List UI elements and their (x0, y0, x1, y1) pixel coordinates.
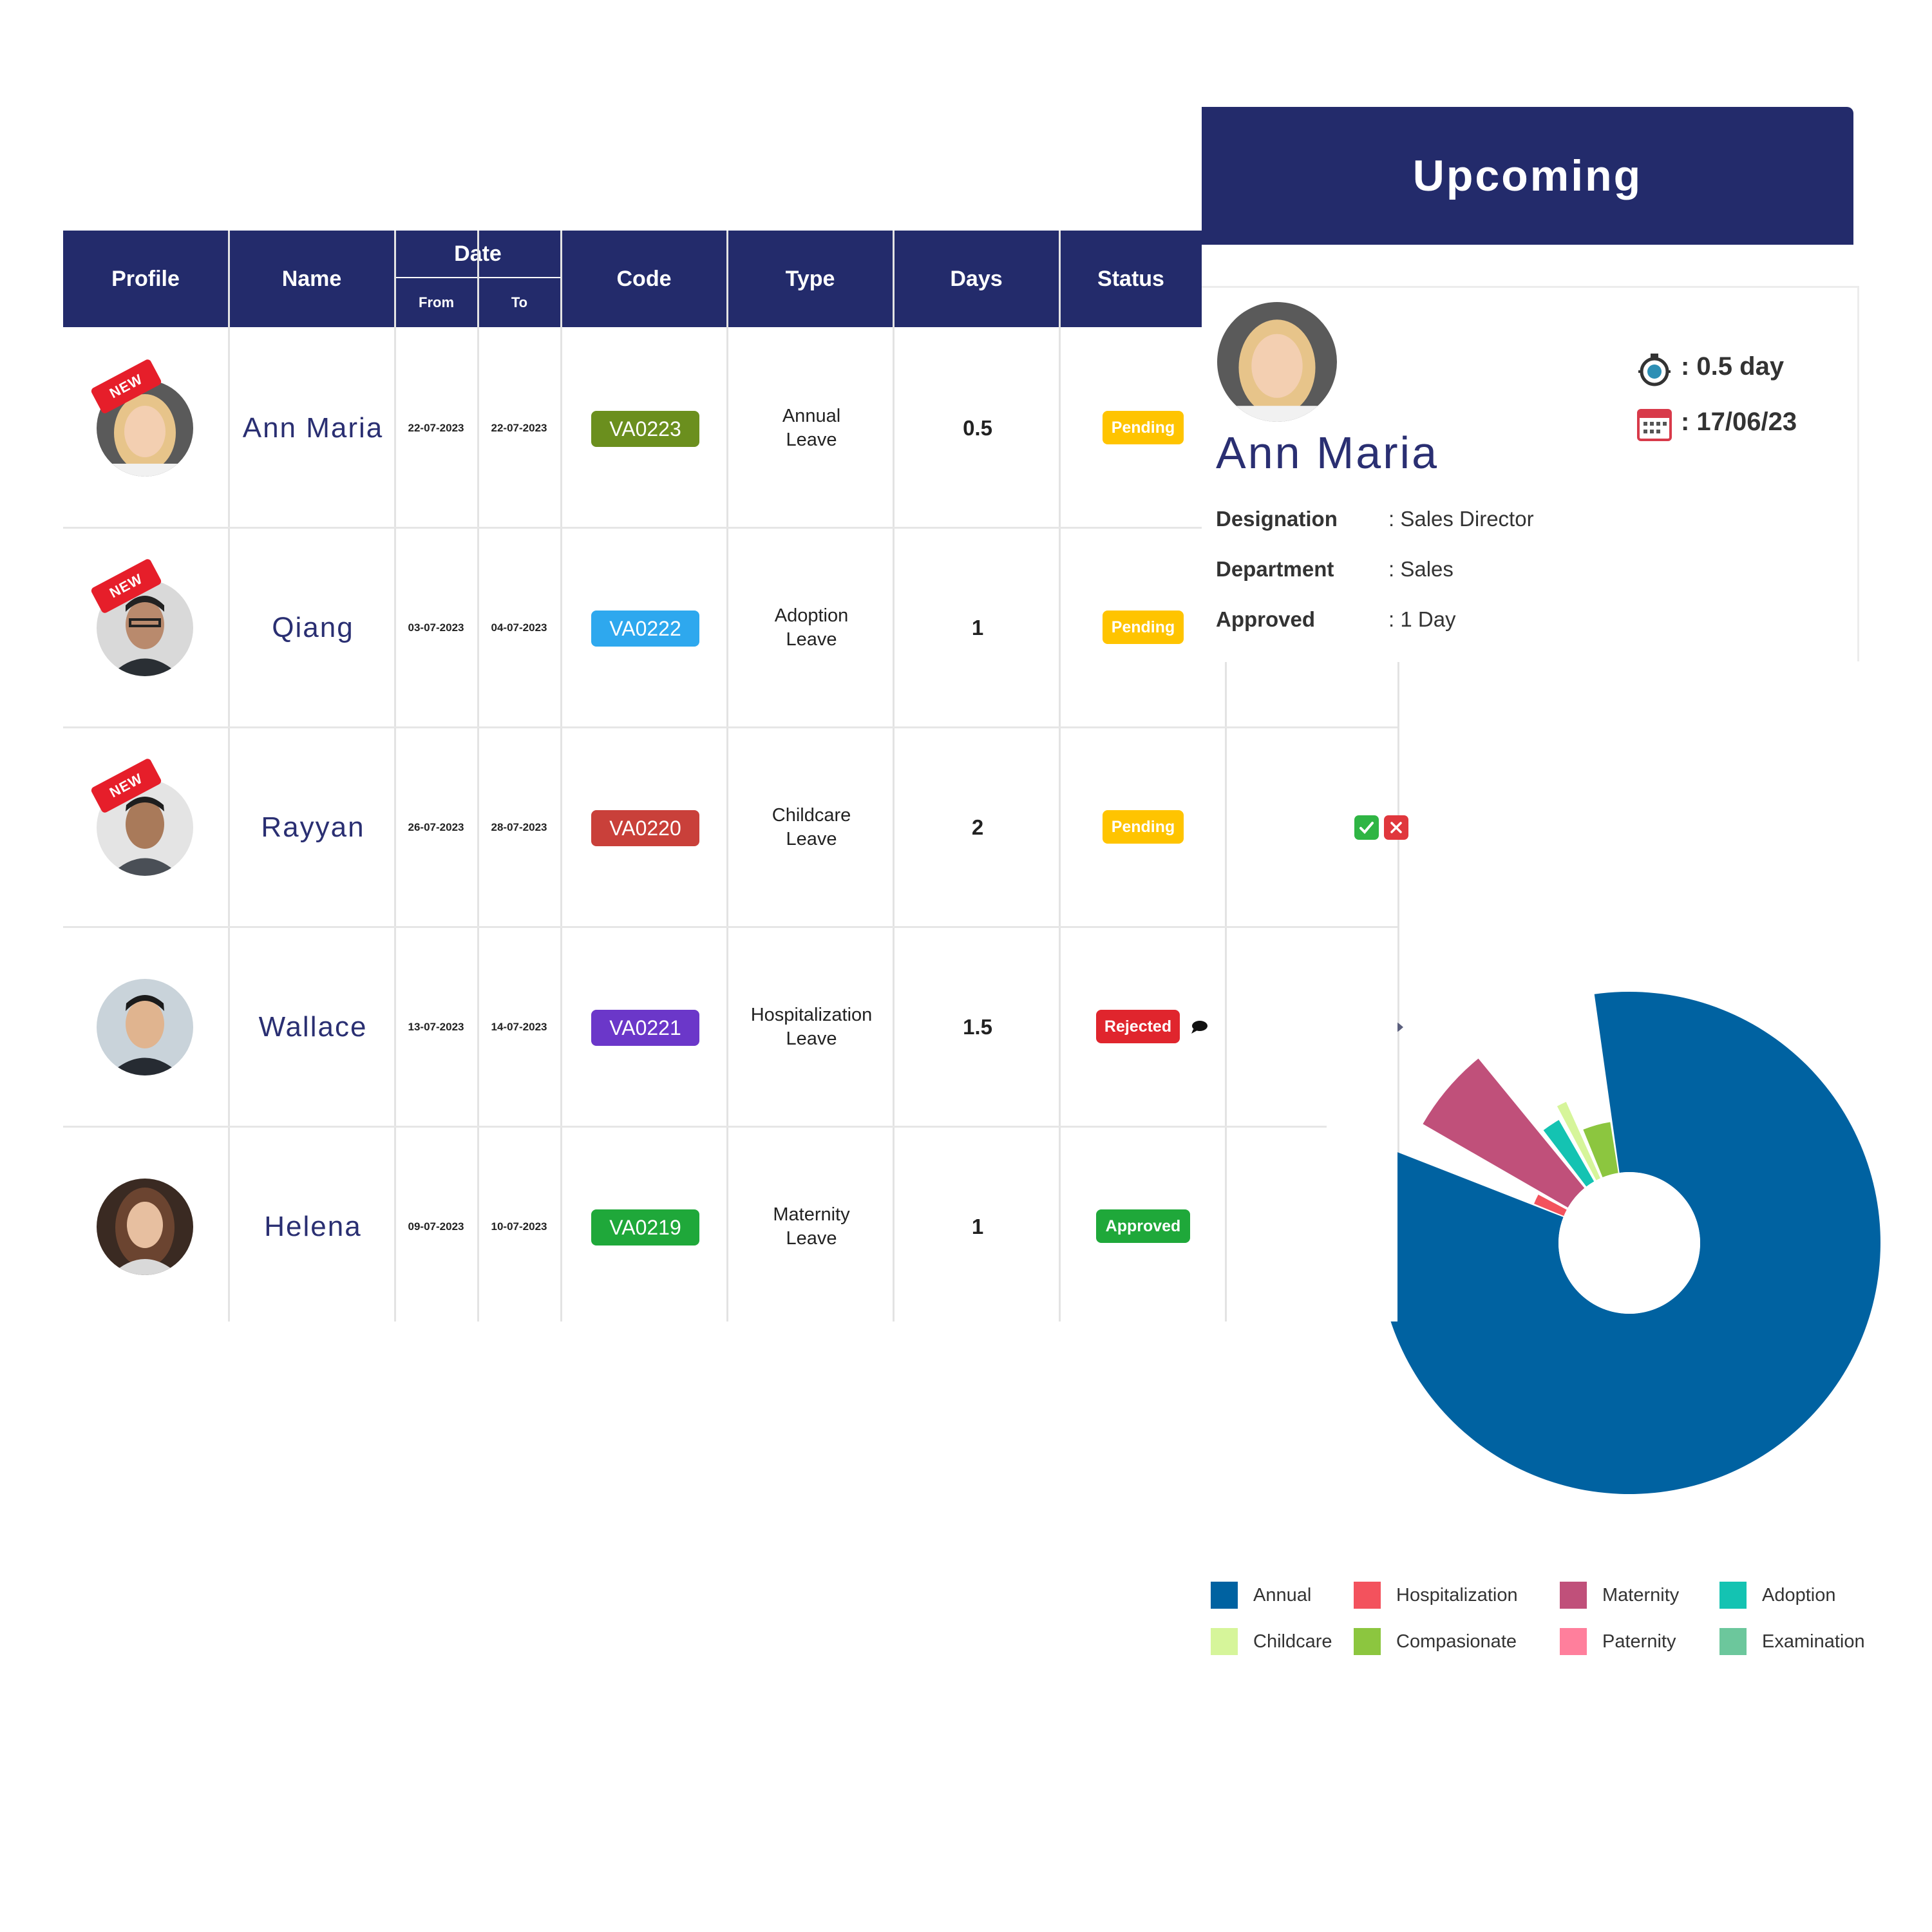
department-label: Department (1216, 557, 1334, 581)
approved-value: : 1 Day (1388, 607, 1456, 631)
leave-days: 2 (971, 815, 984, 839)
donut-slice-compasionate[interactable] (1583, 1122, 1618, 1178)
legend-item-examination[interactable]: Examination (1719, 1628, 1865, 1655)
date-to: 22-07-2023 (491, 422, 547, 434)
header-days: Days (894, 231, 1059, 327)
employee-name: Rayyan (261, 811, 365, 843)
leave-code-badge: VA0221 (591, 1010, 699, 1046)
legend-item-maternity[interactable]: Maternity (1560, 1582, 1679, 1609)
date-from: 13-07-2023 (408, 1021, 464, 1033)
avatar (97, 1179, 193, 1275)
calendar-icon (1637, 409, 1672, 441)
leave-code-badge: VA0222 (591, 611, 699, 647)
check-icon (1359, 822, 1374, 834)
leave-type: Annual Leave (782, 406, 841, 450)
legend-swatch (1211, 1582, 1238, 1609)
upcoming-header: Upcoming (1202, 107, 1853, 245)
date-to: 14-07-2023 (491, 1021, 547, 1033)
leave-days: 1 (971, 616, 984, 639)
employee-name: Ann Maria (242, 412, 384, 444)
upcoming-employee-name: Ann Maria (1216, 428, 1439, 478)
status-badge: Rejected (1096, 1010, 1180, 1043)
close-icon (1390, 822, 1402, 833)
upcoming-date: : 17/06/23 (1681, 408, 1797, 436)
status-badge: Pending (1103, 611, 1184, 644)
table-row[interactable]: Helena 09-07-2023 10-07-2023 VA0219 Mate… (63, 1127, 1403, 1327)
header-name: Name (229, 231, 394, 327)
header-to: To (478, 278, 560, 327)
legend-label: Childcare (1253, 1631, 1332, 1652)
employee-name: Wallace (258, 1011, 368, 1043)
legend-swatch (1719, 1582, 1747, 1609)
leave-code-badge: VA0223 (591, 411, 699, 447)
legend-label: Examination (1762, 1631, 1865, 1652)
legend-label: Paternity (1602, 1631, 1676, 1652)
header-status: Status (1060, 231, 1202, 327)
legend-item-paternity[interactable]: Paternity (1560, 1628, 1676, 1655)
legend-swatch (1560, 1582, 1587, 1609)
header-type: Type (728, 231, 893, 327)
leave-code-badge: VA0219 (591, 1209, 699, 1245)
date-from: 09-07-2023 (408, 1220, 464, 1233)
legend-item-childcare[interactable]: Childcare (1211, 1628, 1332, 1655)
header-profile: Profile (63, 231, 228, 327)
legend-swatch (1211, 1628, 1238, 1655)
legend-label: Compasionate (1396, 1631, 1517, 1652)
legend-item-adoption[interactable]: Adoption (1719, 1582, 1836, 1609)
status-badge: Pending (1103, 810, 1184, 844)
header-from: From (395, 278, 477, 327)
legend-label: Annual (1253, 1584, 1312, 1605)
legend-swatch (1560, 1628, 1587, 1655)
leave-table: Profile Name Date From To Code Type Days… (63, 231, 1408, 1321)
leave-type: Maternity Leave (773, 1204, 850, 1249)
comment-icon[interactable] (1190, 1020, 1208, 1034)
table-row[interactable]: NEW Rayyan 26-07-2023 28-07-2023 VA0220 … (63, 728, 1408, 927)
legend-item-compasionate[interactable]: Compasionate (1354, 1628, 1517, 1655)
date-from: 22-07-2023 (408, 422, 464, 434)
row-actions (1301, 728, 1462, 927)
department-value: : Sales (1388, 557, 1454, 581)
upcoming-duration: : 0.5 day (1681, 352, 1785, 381)
date-from: 26-07-2023 (408, 821, 464, 833)
approve-button[interactable] (1354, 815, 1379, 840)
upcoming-card: Ann Maria : 0.5 day : 17/06/23 Designati… (1202, 286, 1859, 661)
avatar (1217, 302, 1337, 422)
date-from: 03-07-2023 (408, 621, 464, 634)
leave-type: Hospitalization Leave (750, 1005, 873, 1049)
donut-hole (1558, 1172, 1700, 1314)
approved-label: Approved (1216, 607, 1316, 631)
date-to: 10-07-2023 (491, 1220, 547, 1233)
leave-type: Adoption Leave (774, 605, 849, 650)
leave-days: 1.5 (963, 1015, 992, 1039)
legend-label: Adoption (1762, 1584, 1836, 1605)
legend-label: Maternity (1602, 1584, 1680, 1605)
header-code: Code (562, 231, 726, 327)
leave-type: Childcare Leave (772, 805, 851, 849)
chart-overlap-mask (1327, 940, 1397, 1321)
legend-swatch (1719, 1628, 1747, 1655)
legend-label: Hospitalization (1396, 1584, 1518, 1605)
status-badge: Pending (1103, 411, 1184, 444)
designation-label: Designation (1216, 507, 1338, 531)
legend-item-hospitalization[interactable]: Hospitalization (1354, 1582, 1518, 1609)
designation-value: : Sales Director (1388, 507, 1534, 531)
employee-name: Helena (264, 1211, 362, 1242)
leave-type-donut-chart (1378, 992, 1880, 1494)
legend-swatch (1354, 1582, 1381, 1609)
table-row[interactable]: Wallace 13-07-2023 14-07-2023 VA0221 Hos… (63, 927, 1403, 1127)
status-badge: Approved (1096, 1209, 1190, 1243)
leave-code-badge: VA0220 (591, 810, 699, 846)
table-row[interactable]: NEW Ann Maria 22-07-2023 22-07-2023 VA02… (63, 328, 1397, 528)
date-to: 04-07-2023 (491, 621, 547, 634)
leave-days: 1 (971, 1215, 984, 1238)
timer-icon (1638, 354, 1671, 386)
table-row[interactable]: NEW Qiang 03-07-2023 04-07-2023 VA0222 A… (63, 528, 1397, 728)
employee-name: Qiang (272, 612, 354, 643)
avatar (97, 979, 193, 1075)
reject-button[interactable] (1384, 815, 1408, 840)
leave-days: 0.5 (963, 416, 992, 440)
legend-item-annual[interactable]: Annual (1211, 1582, 1311, 1609)
date-to: 28-07-2023 (491, 821, 547, 833)
legend-swatch (1354, 1628, 1381, 1655)
